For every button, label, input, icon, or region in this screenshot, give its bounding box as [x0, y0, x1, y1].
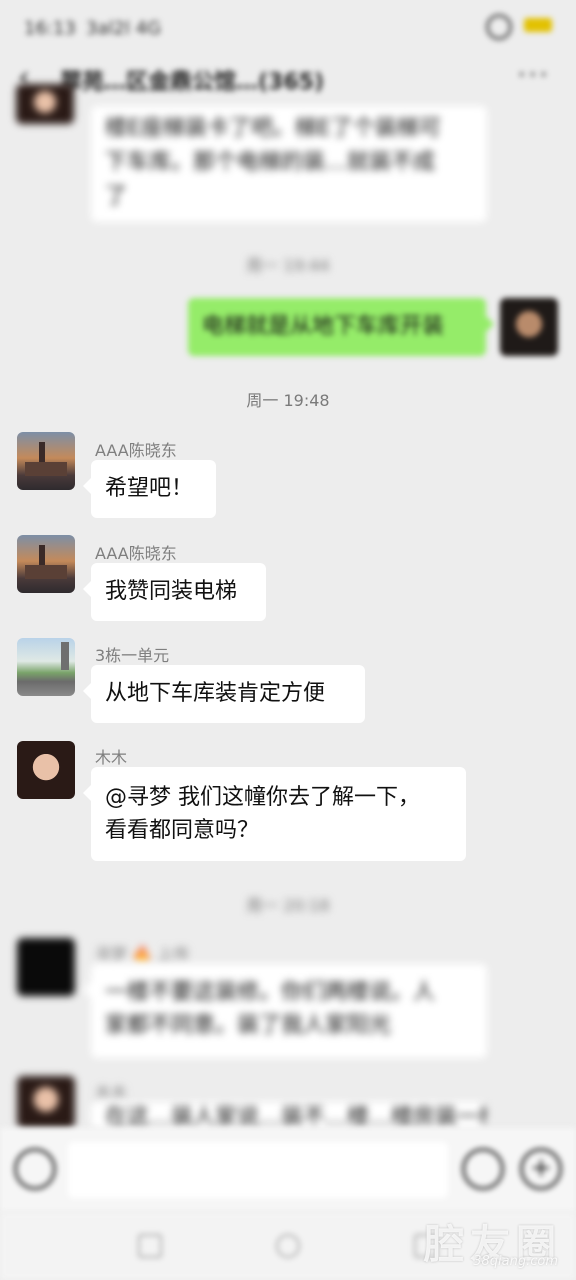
- message-text: 电梯就是从地下车库开装: [202, 314, 445, 339]
- message-line: 看看都同意吗？: [105, 818, 260, 843]
- message-line: 下车库。那个电梯的装…就装不成: [105, 150, 436, 175]
- sender-name: 木木: [95, 748, 128, 767]
- message-line: @寻梦 我们这幢你去了解一下，: [105, 785, 420, 810]
- wifi-icon: [486, 14, 512, 40]
- avatar[interactable]: [17, 1076, 75, 1128]
- avatar[interactable]: [17, 638, 75, 696]
- chat-title: 翠苑…区金鼎公馆…(365): [60, 70, 325, 95]
- status-bar: 16:13 3al2l 4G: [0, 0, 576, 56]
- message-input[interactable]: [68, 1142, 448, 1198]
- message-line: 在这…装人家说…装不…楼…楼房装一楼: [105, 1105, 487, 1129]
- avatar[interactable]: [16, 84, 74, 124]
- message-line: 一楼不要这装修。你们两楼说。人: [105, 980, 436, 1005]
- message-text: 希望吧！: [105, 476, 194, 501]
- sender-name: 木木: [95, 1083, 128, 1102]
- status-signal: 3al2l 4G: [86, 18, 162, 39]
- watermark-url: 38qiang.com: [473, 1254, 558, 1269]
- message-line: 了: [105, 184, 128, 209]
- time-separator: 周一 19:48: [246, 391, 330, 410]
- message-bubble[interactable]: 从地下车库装肯定方便: [83, 665, 365, 723]
- time-separator: 周一 19:44: [246, 256, 330, 275]
- message-line: 家都不同意。装了我人家阳光: [105, 1013, 392, 1038]
- time-separator: 周一 20:18: [246, 896, 330, 915]
- more-icon[interactable]: ···: [517, 58, 550, 91]
- message-bubble[interactable]: 我赞同装电梯: [83, 563, 266, 621]
- sender-name: 3栋一单元: [95, 646, 170, 665]
- avatar[interactable]: [17, 535, 75, 593]
- message-bubble[interactable]: 在这…装人家说…装不…楼…楼房装一楼: [91, 1102, 487, 1128]
- battery-icon: [524, 18, 552, 32]
- sender-name: 寻梦 🔥 上传: [95, 945, 190, 964]
- input-bar: +: [0, 1128, 576, 1212]
- message-bubble[interactable]: 楼E座梯装卡了吧。梯E了个装梯可 下车库。那个电梯的装…就装不成 了: [91, 106, 487, 222]
- own-message-bubble[interactable]: 电梯就是从地下车库开装: [188, 298, 494, 356]
- system-home-icon[interactable]: [276, 1234, 300, 1258]
- voice-icon[interactable]: [14, 1148, 56, 1190]
- message-text: 从地下车库装肯定方便: [105, 681, 326, 706]
- sender-name: AAA陈晓东: [95, 441, 177, 460]
- chat-header: ‹ 翠苑…区金鼎公馆…(365) ···: [0, 56, 576, 102]
- avatar[interactable]: [500, 298, 558, 356]
- message-bubble[interactable]: @寻梦 我们这幢你去了解一下， 看看都同意吗？: [83, 767, 466, 861]
- message-bubble[interactable]: 希望吧！: [83, 460, 216, 518]
- sender-name: AAA陈晓东: [95, 544, 177, 563]
- avatar[interactable]: [17, 741, 75, 799]
- avatar[interactable]: [17, 432, 75, 490]
- avatar[interactable]: [17, 938, 75, 996]
- message-text: 我赞同装电梯: [105, 579, 238, 604]
- message-line: 楼E座梯装卡了吧。梯E了个装梯可: [105, 116, 441, 141]
- system-back-icon[interactable]: [138, 1234, 162, 1258]
- status-time: 16:13: [24, 18, 76, 39]
- plus-icon[interactable]: +: [520, 1148, 562, 1190]
- message-bubble[interactable]: 一楼不要这装修。你们两楼说。人 家都不同意。装了我人家阳光: [83, 964, 487, 1058]
- emoji-icon[interactable]: [462, 1148, 504, 1190]
